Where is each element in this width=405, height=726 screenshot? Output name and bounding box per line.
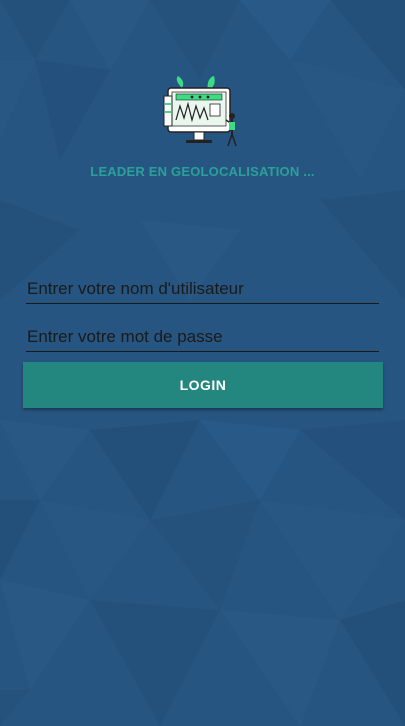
username-field[interactable]	[26, 274, 379, 304]
monitor-dashboard-illustration-icon	[163, 76, 237, 147]
login-button[interactable]: LOGIN	[23, 362, 383, 408]
password-field[interactable]	[26, 322, 379, 352]
login-screen: LEADER EN GEOLOCALISATION ... LOGIN	[0, 0, 405, 726]
app-tagline: LEADER EN GEOLOCALISATION ...	[90, 164, 315, 179]
